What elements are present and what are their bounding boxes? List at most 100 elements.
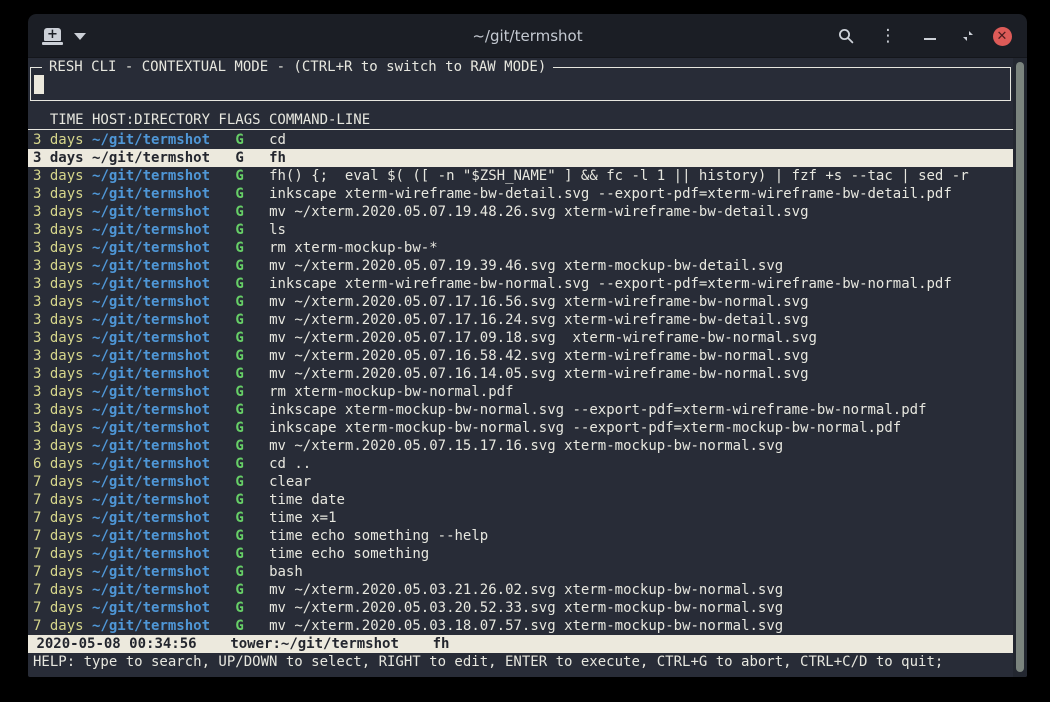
- text-cursor: [34, 75, 44, 94]
- row-command: mv ~/xterm.2020.05.03.20.52.33.svg xterm…: [269, 600, 783, 616]
- row-directory: ~/git/termshot: [92, 312, 210, 328]
- history-row[interactable]: 3 days ~/git/termshot G mv ~/xterm.2020.…: [28, 365, 1013, 383]
- row-time: 7 days: [33, 600, 84, 616]
- row-time: 7 days: [33, 510, 84, 526]
- history-row[interactable]: 7 days ~/git/termshot G time date: [28, 491, 1013, 509]
- history-row[interactable]: 3 days ~/git/termshot G mv ~/xterm.2020.…: [28, 257, 1013, 275]
- row-flags: G: [235, 222, 243, 238]
- restore-button[interactable]: [956, 14, 980, 58]
- row-command: mv ~/xterm.2020.05.07.16.14.05.svg xterm…: [269, 366, 808, 382]
- row-directory: ~/git/termshot: [92, 600, 210, 616]
- row-directory: ~/git/termshot: [92, 564, 210, 580]
- history-row[interactable]: 3 days ~/git/termshot G mv ~/xterm.2020.…: [28, 311, 1013, 329]
- history-row[interactable]: 3 days ~/git/termshot G cd: [28, 131, 1013, 149]
- row-directory: ~/git/termshot: [92, 528, 210, 544]
- row-flags: G: [235, 312, 243, 328]
- row-directory: ~/git/termshot: [92, 294, 210, 310]
- row-time: 3 days: [33, 330, 84, 346]
- history-row[interactable]: 3 days ~/git/termshot G mv ~/xterm.2020.…: [28, 203, 1013, 221]
- row-directory: ~/git/termshot: [92, 456, 210, 472]
- status-datetime: 2020-05-08 00:34:56: [36, 636, 196, 652]
- new-tab-button[interactable]: +: [43, 27, 63, 45]
- row-command: fh() {; eval $( ([ -n "$ZSH_NAME" ] && f…: [269, 168, 969, 184]
- history-row[interactable]: 3 days ~/git/termshot G inkscape xterm-w…: [28, 185, 1013, 203]
- row-time: 7 days: [33, 564, 84, 580]
- new-tab-icon: +: [44, 28, 61, 41]
- row-command: mv ~/xterm.2020.05.07.17.09.18.svg xterm…: [269, 330, 817, 346]
- row-directory: ~/git/termshot: [92, 366, 210, 382]
- history-row[interactable]: 3 days ~/git/termshot G mv ~/xterm.2020.…: [28, 437, 1013, 455]
- row-command: ls: [269, 222, 286, 238]
- row-directory: ~/git/termshot: [92, 276, 210, 292]
- scrollbar-thumb[interactable]: [1016, 62, 1024, 672]
- history-row[interactable]: 3 days ~/git/termshot G mv ~/xterm.2020.…: [28, 347, 1013, 365]
- search-input[interactable]: RESH CLI - CONTEXTUAL MODE - (CTRL+R to …: [30, 67, 1011, 101]
- row-time: 3 days: [33, 294, 84, 310]
- menu-button[interactable]: ⋮: [876, 14, 900, 58]
- row-command: inkscape xterm-mockup-bw-normal.svg --ex…: [269, 402, 926, 418]
- row-directory: ~/git/termshot: [92, 348, 210, 364]
- row-flags: G: [235, 402, 243, 418]
- history-row[interactable]: 3 days ~/git/termshot G rm xterm-mockup-…: [28, 239, 1013, 257]
- row-directory: ~/git/termshot: [92, 150, 210, 166]
- row-command: inkscape xterm-mockup-bw-normal.svg --ex…: [269, 420, 901, 436]
- history-row[interactable]: 3 days ~/git/termshot G inkscape xterm-w…: [28, 275, 1013, 293]
- row-time: 3 days: [33, 222, 84, 238]
- close-button[interactable]: ✕: [990, 14, 1014, 58]
- search-icon: [838, 28, 854, 44]
- history-row[interactable]: 7 days ~/git/termshot G time echo someth…: [28, 545, 1013, 563]
- row-command: mv ~/xterm.2020.05.07.19.48.26.svg xterm…: [269, 204, 808, 220]
- row-command: time date: [269, 492, 345, 508]
- row-time: 7 days: [33, 618, 84, 634]
- row-command: cd: [269, 132, 286, 148]
- history-row[interactable]: 3 days ~/git/termshot G inkscape xterm-m…: [28, 401, 1013, 419]
- search-button[interactable]: [834, 14, 858, 58]
- row-command: mv ~/xterm.2020.05.03.18.07.57.svg xterm…: [269, 618, 783, 634]
- history-row[interactable]: 7 days ~/git/termshot G time x=1: [28, 509, 1013, 527]
- row-flags: G: [235, 474, 243, 490]
- row-time: 3 days: [33, 150, 84, 166]
- history-row[interactable]: 3 days ~/git/termshot G mv ~/xterm.2020.…: [28, 293, 1013, 311]
- row-time: 6 days: [33, 456, 84, 472]
- row-command: mv ~/xterm.2020.05.07.15.17.16.svg xterm…: [269, 438, 783, 454]
- status-command: fh: [433, 636, 450, 652]
- row-flags: G: [235, 384, 243, 400]
- history-row[interactable]: 3 days ~/git/termshot G mv ~/xterm.2020.…: [28, 329, 1013, 347]
- table-header: TIME HOST:DIRECTORY FLAGS COMMAND-LINE: [28, 111, 1013, 130]
- row-flags: G: [235, 276, 243, 292]
- history-row[interactable]: 3 days ~/git/termshot G fh: [28, 149, 1013, 167]
- row-flags: G: [235, 492, 243, 508]
- dropdown-caret-icon[interactable]: [74, 33, 86, 40]
- history-row[interactable]: 6 days ~/git/termshot G cd ..: [28, 455, 1013, 473]
- row-time: 3 days: [33, 186, 84, 202]
- history-row[interactable]: 7 days ~/git/termshot G time echo someth…: [28, 527, 1013, 545]
- titlebar[interactable]: ~/git/termshot + ⋮ ✕: [28, 14, 1027, 58]
- row-time: 7 days: [33, 492, 84, 508]
- history-row[interactable]: 3 days ~/git/termshot G ls: [28, 221, 1013, 239]
- row-command: cd ..: [269, 456, 311, 472]
- scrollbar-track[interactable]: [1013, 58, 1027, 677]
- history-row[interactable]: 7 days ~/git/termshot G mv ~/xterm.2020.…: [28, 617, 1013, 635]
- row-flags: G: [235, 546, 243, 562]
- history-row[interactable]: 7 days ~/git/termshot G mv ~/xterm.2020.…: [28, 599, 1013, 617]
- history-row[interactable]: 7 days ~/git/termshot G clear: [28, 473, 1013, 491]
- row-directory: ~/git/termshot: [92, 132, 210, 148]
- row-time: 7 days: [33, 582, 84, 598]
- history-row[interactable]: 7 days ~/git/termshot G bash: [28, 563, 1013, 581]
- restore-icon: [961, 29, 975, 43]
- row-time: 7 days: [33, 546, 84, 562]
- minimize-button[interactable]: [918, 14, 942, 58]
- history-row[interactable]: 3 days ~/git/termshot G fh() {; eval $( …: [28, 167, 1013, 185]
- row-command: rm xterm-mockup-bw-normal.pdf: [269, 384, 513, 400]
- history-row[interactable]: 7 days ~/git/termshot G mv ~/xterm.2020.…: [28, 581, 1013, 599]
- row-directory: ~/git/termshot: [92, 618, 210, 634]
- history-row[interactable]: 3 days ~/git/termshot G inkscape xterm-m…: [28, 419, 1013, 437]
- history-row[interactable]: 3 days ~/git/termshot G rm xterm-mockup-…: [28, 383, 1013, 401]
- row-command: rm xterm-mockup-bw-*: [269, 240, 438, 256]
- row-command: time echo something --help: [269, 528, 488, 544]
- row-command: inkscape xterm-wireframe-bw-normal.svg -…: [269, 276, 952, 292]
- row-time: 7 days: [33, 474, 84, 490]
- row-time: 3 days: [33, 402, 84, 418]
- row-flags: G: [235, 258, 243, 274]
- row-flags: G: [235, 294, 243, 310]
